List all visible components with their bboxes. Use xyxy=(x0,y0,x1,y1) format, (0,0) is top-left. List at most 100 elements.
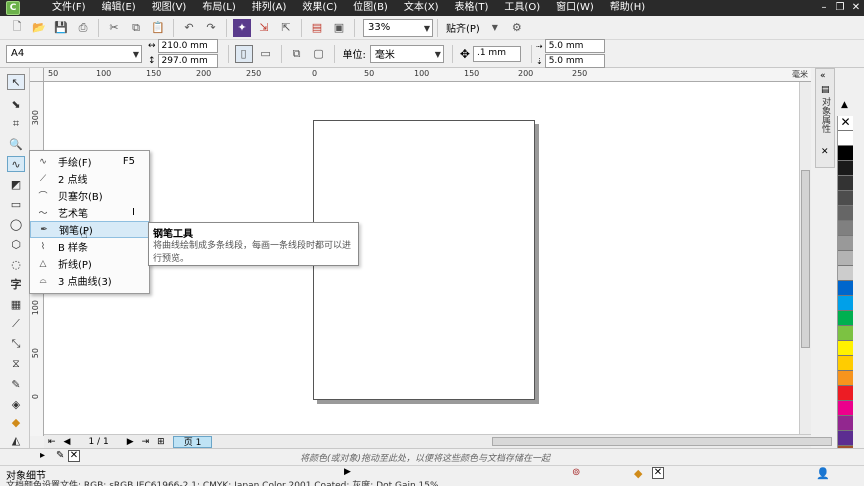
expand-arrow-icon[interactable]: ▶ xyxy=(344,467,351,477)
color-swatch[interactable] xyxy=(838,341,853,356)
color-proof-icon[interactable]: ⊚ xyxy=(572,467,580,478)
object-properties-docker[interactable]: « ▤ 对象属性 ✕ xyxy=(815,68,835,168)
polygon-tool-icon[interactable]: ⬡ xyxy=(7,236,25,252)
freehand-tool-icon[interactable]: ∿ xyxy=(7,156,25,172)
no-color-swatch[interactable]: ✕ xyxy=(838,116,853,131)
no-color-icon[interactable]: ✕ xyxy=(68,450,80,462)
color-profile-info[interactable]: 文档颜色设置文件: RGB: sRGB IEC61966-2.1; CMYK: … xyxy=(6,478,439,486)
color-swatch[interactable] xyxy=(838,176,853,191)
color-swatch[interactable] xyxy=(838,296,853,311)
page-tab[interactable]: 页 1 xyxy=(172,435,213,448)
options-icon[interactable]: ⚙ xyxy=(508,19,526,37)
vertical-scrollbar[interactable] xyxy=(799,82,811,436)
flyout-item-two-point-line[interactable]: ⟋ 2 点线 xyxy=(30,170,149,187)
page-width-field[interactable]: 210.0 mm xyxy=(157,39,218,53)
user-icon[interactable]: 👤 xyxy=(816,467,830,480)
eyedropper-tool-icon[interactable]: ✎ xyxy=(7,376,25,392)
restore-icon[interactable]: ❐ xyxy=(832,0,848,16)
search-content-icon[interactable]: ✦ xyxy=(233,18,251,37)
fill-none-icon[interactable]: ✕ xyxy=(652,467,664,479)
outline-tool-icon[interactable]: ◈ xyxy=(7,396,25,412)
eyedropper-icon[interactable]: ✎ xyxy=(56,450,64,461)
all-pages-icon[interactable]: ⧉ xyxy=(288,45,306,63)
flyout-item-pen[interactable]: ✒ 钢笔(P) ☝ xyxy=(30,221,149,241)
flyout-item-bezier[interactable]: ⌒ 贝塞尔(B) xyxy=(30,187,149,204)
new-document-icon[interactable]: 🗋 xyxy=(8,19,26,37)
current-page-icon[interactable]: ▢ xyxy=(310,45,328,63)
color-swatch[interactable] xyxy=(838,266,853,281)
menu-edit[interactable]: 编辑(E) xyxy=(94,0,144,16)
blend-tool-icon[interactable]: ⧖ xyxy=(7,356,25,372)
table-tool-icon[interactable]: ▦ xyxy=(7,296,25,312)
paste-icon[interactable]: 📋 xyxy=(149,19,167,37)
menu-text[interactable]: 文本(X) xyxy=(396,0,447,16)
menu-table[interactable]: 表格(T) xyxy=(447,0,497,16)
color-swatch[interactable] xyxy=(838,371,853,386)
close-icon[interactable]: ✕ xyxy=(848,0,864,16)
smart-fill-icon[interactable]: ◩ xyxy=(7,176,25,192)
redo-icon[interactable]: ↷ xyxy=(202,19,220,37)
undo-icon[interactable]: ↶ xyxy=(180,19,198,37)
color-swatch[interactable] xyxy=(838,281,853,296)
color-swatch[interactable] xyxy=(838,401,853,416)
color-swatch[interactable] xyxy=(838,251,853,266)
paper-size-combo[interactable]: A4 ▼ xyxy=(6,44,142,63)
page-height-field[interactable]: 297.0 mm xyxy=(157,54,218,68)
text-tool-icon[interactable]: 字 xyxy=(7,276,25,292)
color-swatch[interactable] xyxy=(838,146,853,161)
duplicate-y-field[interactable]: 5.0 mm xyxy=(544,54,605,68)
palette-scroll-up-icon[interactable]: ▲ xyxy=(837,100,852,114)
color-swatch[interactable] xyxy=(838,236,853,251)
crop-tool-icon[interactable]: ⌗ xyxy=(7,116,25,132)
open-folder-icon[interactable]: 📂 xyxy=(30,19,48,37)
zoom-level-combo[interactable]: 33% ▼ xyxy=(363,18,433,37)
pick-tool-icon[interactable]: ↖ xyxy=(7,74,25,90)
basic-shapes-icon[interactable]: ◌ xyxy=(7,256,25,272)
vertical-scroll-thumb[interactable] xyxy=(801,170,810,348)
previous-page-icon[interactable]: ◀ xyxy=(64,437,71,447)
flyout-item-three-point-curve[interactable]: ⌓ 3 点曲线(3) xyxy=(30,272,149,289)
ruler-origin[interactable] xyxy=(30,68,44,82)
connector-tool-icon[interactable]: ⤡ xyxy=(7,336,25,352)
first-page-icon[interactable]: ⇤ xyxy=(48,437,56,447)
nudge-distance-field[interactable]: .1 mm xyxy=(472,45,521,62)
import-icon[interactable]: ⇲ xyxy=(255,19,273,37)
color-swatch[interactable] xyxy=(838,326,853,341)
color-swatch[interactable] xyxy=(838,161,853,176)
fill-tool-icon[interactable]: ◆ xyxy=(7,414,25,430)
minimize-icon[interactable]: – xyxy=(816,0,832,16)
menu-arrange[interactable]: 排列(A) xyxy=(244,0,295,16)
color-swatch[interactable] xyxy=(838,131,853,146)
app-launcher-icon[interactable]: ▤ xyxy=(308,19,326,37)
rectangle-tool-icon[interactable]: ▭ xyxy=(7,196,25,212)
chevron-down-icon[interactable]: ▼ xyxy=(486,19,504,37)
menu-help[interactable]: 帮助(H) xyxy=(602,0,653,16)
portrait-icon[interactable]: ▯ xyxy=(234,44,253,63)
print-icon[interactable]: ⎙ xyxy=(74,19,92,37)
menu-effects[interactable]: 效果(C) xyxy=(294,0,345,16)
fill-indicator-icon[interactable]: ◆ xyxy=(634,467,642,480)
palette-options-icon[interactable]: ▸ xyxy=(40,450,45,461)
flyout-item-artistic-media[interactable]: 〜 艺术笔 I xyxy=(30,204,149,221)
menu-window[interactable]: 窗口(W) xyxy=(548,0,602,16)
flyout-item-freehand[interactable]: ∿ 手绘(F) F5 xyxy=(30,153,149,170)
color-swatch[interactable] xyxy=(838,386,853,401)
flyout-item-polyline[interactable]: △ 折线(P) xyxy=(30,255,149,272)
landscape-icon[interactable]: ▭ xyxy=(257,45,275,63)
close-icon[interactable]: ✕ xyxy=(821,147,829,157)
menu-file[interactable]: 文件(F) xyxy=(44,0,94,16)
horizontal-ruler[interactable]: 50 100 150 200 250 0 50 100 150 200 250 … xyxy=(44,68,811,82)
duplicate-x-field[interactable]: 5.0 mm xyxy=(544,39,605,53)
color-swatch[interactable] xyxy=(838,191,853,206)
next-page-icon[interactable]: ▶ xyxy=(127,437,134,447)
menu-tools[interactable]: 工具(O) xyxy=(496,0,548,16)
unit-combo[interactable]: 毫米 ▼ xyxy=(369,44,444,63)
ellipse-tool-icon[interactable]: ◯ xyxy=(7,216,25,232)
copy-icon[interactable]: ⧉ xyxy=(127,19,145,37)
dimension-tool-icon[interactable]: ⟋ xyxy=(7,316,25,332)
menu-view[interactable]: 视图(V) xyxy=(144,0,195,16)
add-page-icon[interactable]: ⊞ xyxy=(157,437,165,447)
color-swatch[interactable] xyxy=(838,206,853,221)
shape-tool-icon[interactable]: ⬊ xyxy=(7,96,25,112)
color-swatch[interactable] xyxy=(838,356,853,371)
